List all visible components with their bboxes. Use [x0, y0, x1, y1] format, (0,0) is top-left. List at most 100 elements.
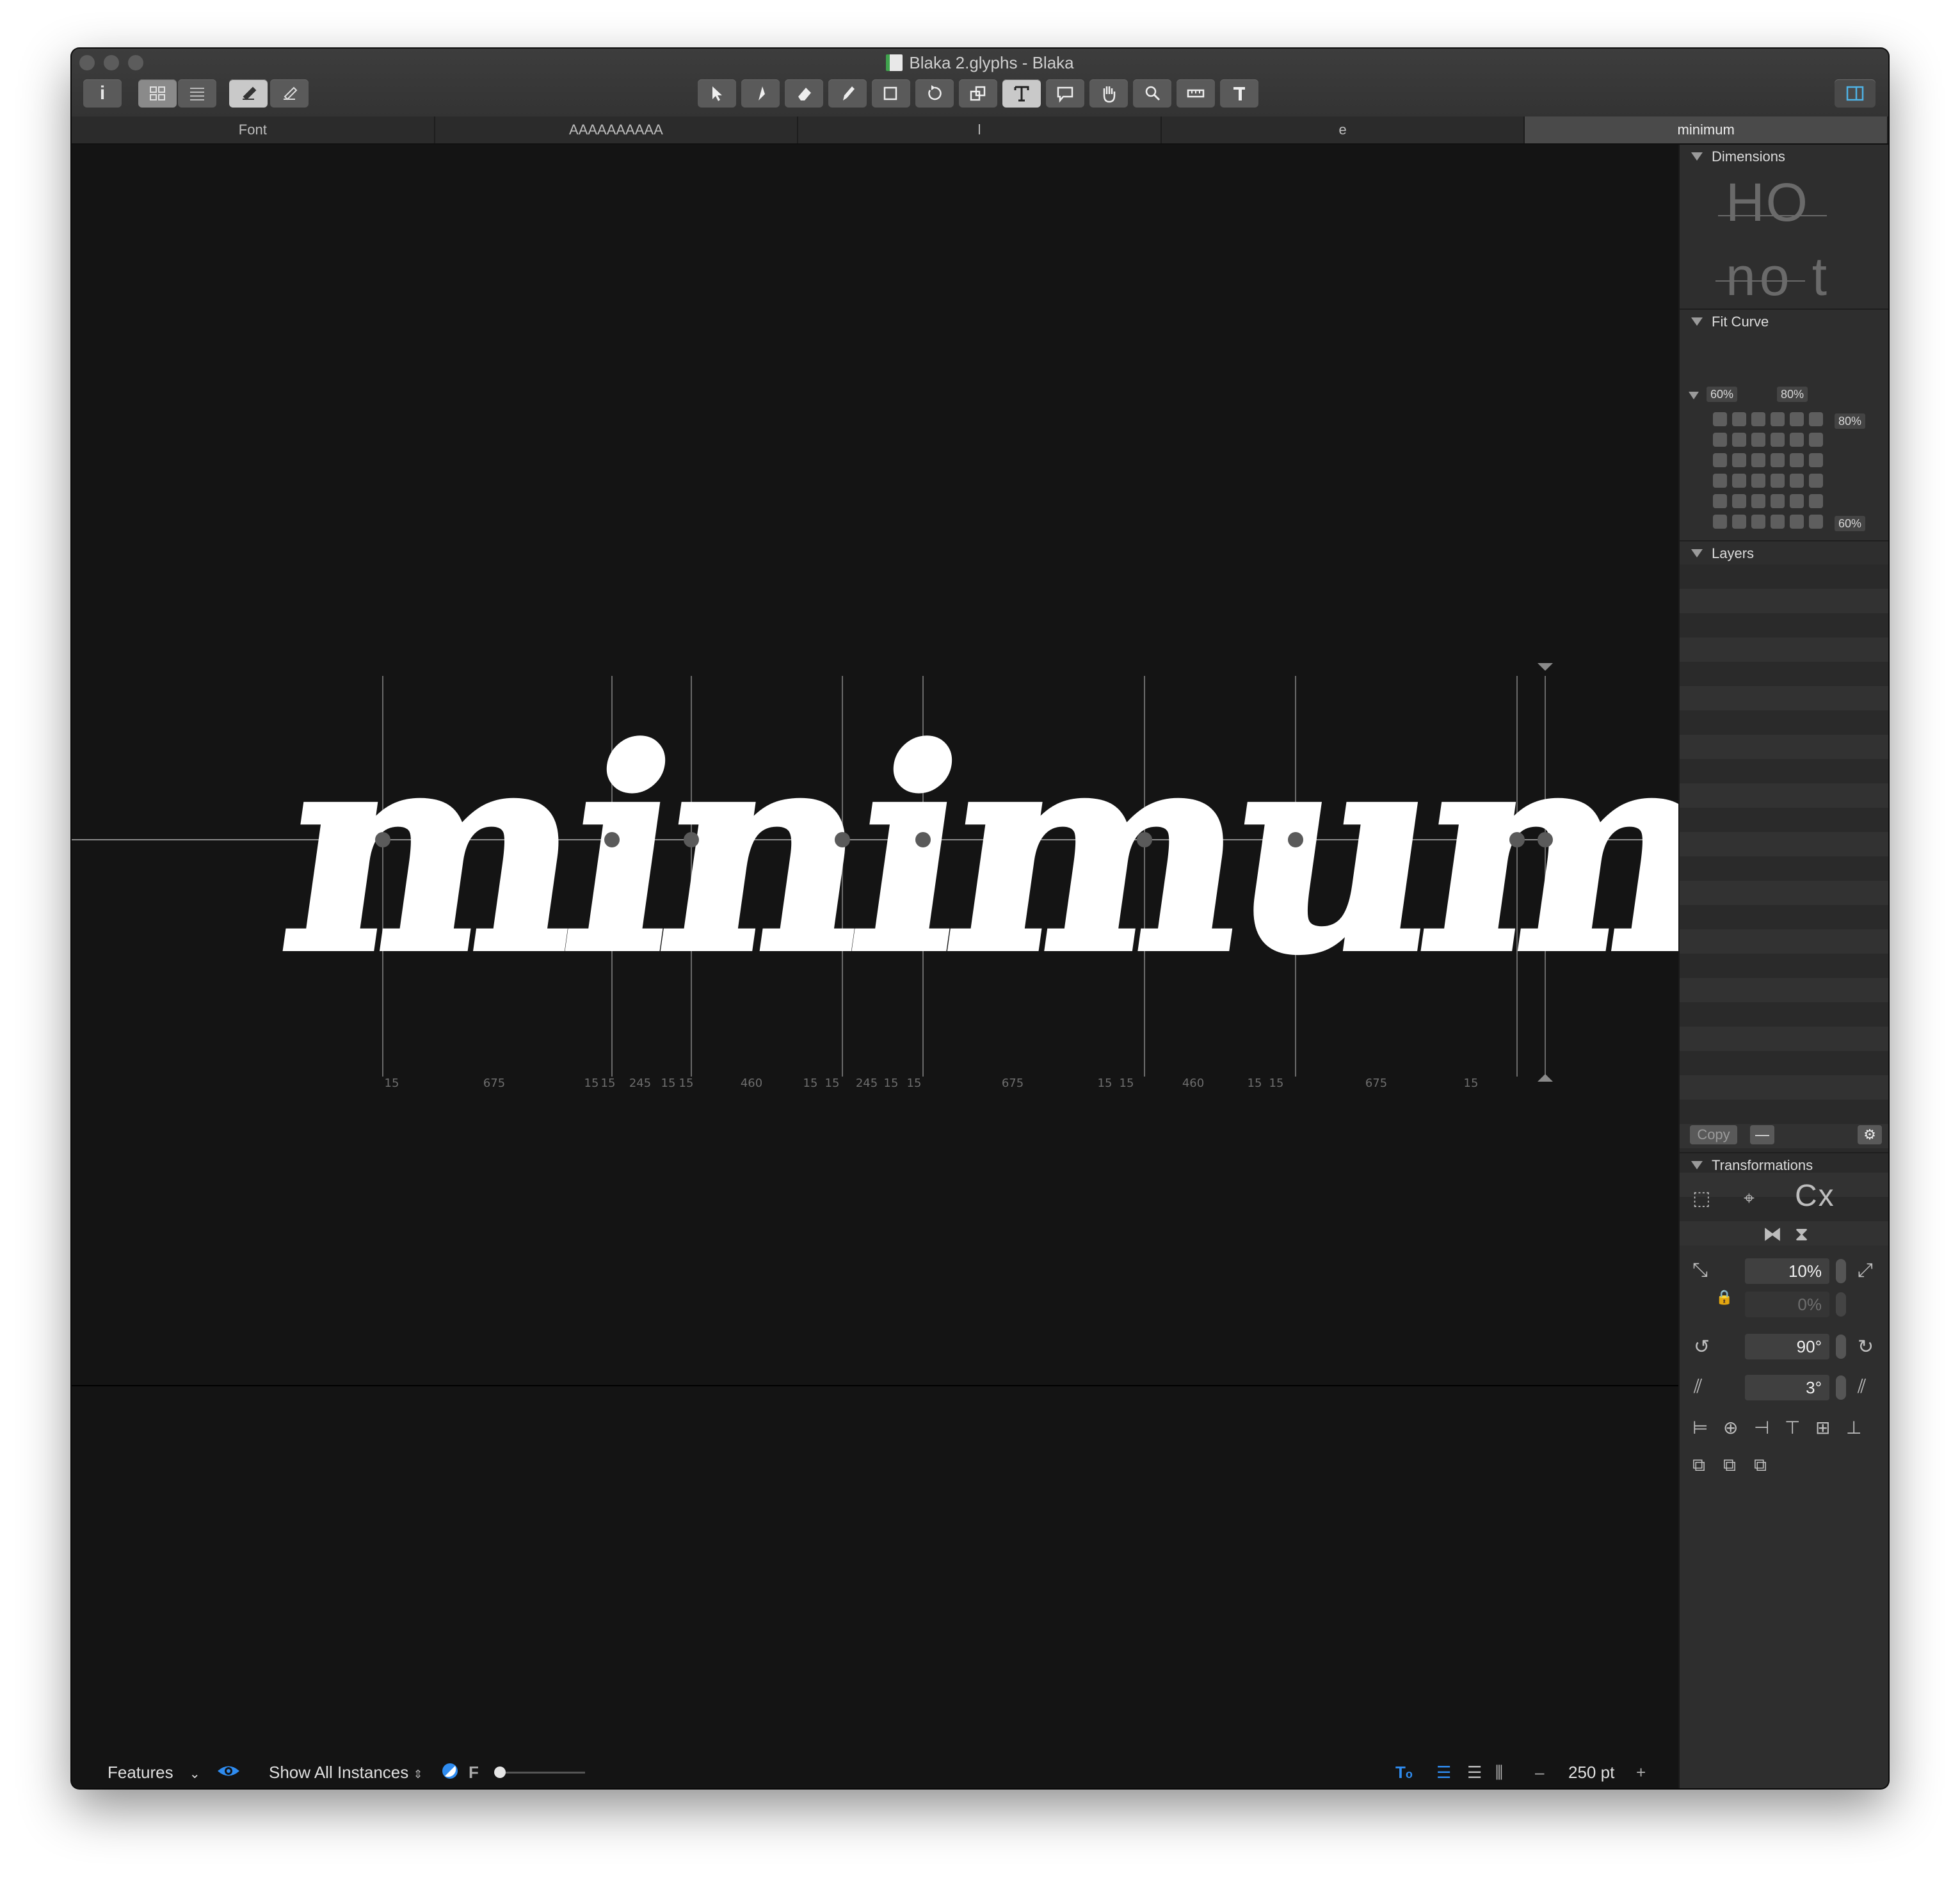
transform-box-icon[interactable]: ⬚ — [1692, 1188, 1710, 1210]
info-button[interactable]: i — [83, 79, 122, 108]
align-center-vertical-icon[interactable]: ⊞ — [1815, 1417, 1830, 1439]
scale-vertical-stepper[interactable] — [1836, 1292, 1846, 1317]
tab-l[interactable]: l — [798, 116, 1162, 143]
align-right-icon[interactable]: ☰ — [1467, 1761, 1482, 1783]
fit-curve-top-right[interactable]: 80% — [1777, 387, 1808, 402]
toggle-sidebar-button[interactable] — [1835, 79, 1876, 108]
slider-knob[interactable] — [494, 1767, 506, 1778]
features-popup[interactable]: Features ⌄ — [108, 1761, 200, 1785]
color-mode-icon[interactable] — [440, 1761, 460, 1786]
fit-curve-cell[interactable] — [1751, 474, 1765, 488]
fit-curve-cell[interactable] — [1713, 515, 1727, 529]
slant-right-icon[interactable]: ⫽ — [1858, 1376, 1866, 1398]
transformations-header[interactable]: Transformations — [1680, 1155, 1888, 1176]
rotate-ccw-icon[interactable]: ↺ — [1694, 1336, 1710, 1358]
fit-curve-cell[interactable] — [1809, 515, 1823, 529]
preview-divider[interactable] — [72, 1385, 1678, 1386]
glyph-text-minimum[interactable]: minimum — [264, 686, 1678, 1016]
align-left-edge-icon[interactable]: ⊨ — [1692, 1417, 1708, 1439]
fit-curve-cell[interactable] — [1732, 474, 1746, 488]
union-icon[interactable]: ⧉ — [1692, 1454, 1705, 1476]
fit-curve-cell[interactable] — [1732, 433, 1746, 447]
rotate-stepper[interactable] — [1836, 1334, 1846, 1359]
lock-icon[interactable]: 🔒 — [1715, 1286, 1733, 1308]
fit-curve-right-top[interactable]: 80% — [1835, 413, 1866, 429]
fit-curve-cell[interactable] — [1809, 412, 1823, 426]
tab-font[interactable]: Font — [72, 116, 435, 143]
transform-symbol-button[interactable]: Cx — [1795, 1181, 1835, 1212]
fit-curve-cell[interactable] — [1713, 453, 1727, 467]
fit-curve-cell[interactable] — [1790, 453, 1804, 467]
fit-curve-cell[interactable] — [1732, 412, 1746, 426]
fit-curve-cell[interactable] — [1771, 494, 1785, 508]
fit-curve-cell[interactable] — [1809, 433, 1823, 447]
type-tool-button[interactable] — [1220, 79, 1258, 108]
annotation-tool-button[interactable] — [1046, 79, 1084, 108]
f-toggle[interactable]: F — [469, 1761, 479, 1783]
align-center-horizontal-icon[interactable]: ⊕ — [1723, 1417, 1738, 1439]
fit-curve-cell[interactable] — [1732, 453, 1746, 467]
fit-curve-right-bottom[interactable]: 60% — [1835, 516, 1866, 531]
subtract-icon[interactable]: ⧉ — [1723, 1454, 1736, 1476]
align-right-edge-icon[interactable]: ⊣ — [1754, 1417, 1769, 1439]
fit-curve-cell[interactable] — [1771, 433, 1785, 447]
scale-tool-button[interactable] — [959, 79, 997, 108]
fit-curve-cell[interactable] — [1751, 453, 1765, 467]
fit-curve-cell[interactable] — [1713, 433, 1727, 447]
text-tool-button[interactable] — [1002, 79, 1041, 108]
layers-header[interactable]: Layers — [1680, 543, 1888, 565]
zoom-in-button[interactable]: + — [1636, 1761, 1646, 1783]
preview-button[interactable] — [270, 79, 309, 108]
mirror-horizontal-icon[interactable]: ⧓ — [1763, 1224, 1782, 1246]
fit-curve-cell[interactable] — [1751, 433, 1765, 447]
fit-curve-header[interactable]: Fit Curve — [1680, 311, 1888, 333]
align-left-icon[interactable]: ☰ — [1436, 1761, 1451, 1783]
zoom-out-button[interactable]: – — [1535, 1761, 1544, 1783]
fit-curve-cell[interactable] — [1809, 474, 1823, 488]
zoom-tool-button[interactable] — [1133, 79, 1171, 108]
rotate-cw-icon[interactable]: ↻ — [1858, 1336, 1874, 1358]
fit-curve-grid[interactable] — [1713, 412, 1823, 529]
dimensions-header[interactable]: Dimensions — [1680, 146, 1888, 168]
align-top-edge-icon[interactable]: ⊤ — [1785, 1417, 1800, 1439]
scale-field[interactable]: 10% — [1745, 1258, 1829, 1284]
fit-curve-cell[interactable] — [1771, 474, 1785, 488]
hand-tool-button[interactable] — [1089, 79, 1128, 108]
fit-curve-cell[interactable] — [1771, 515, 1785, 529]
fit-curve-cell[interactable] — [1790, 433, 1804, 447]
fit-curve-cell[interactable] — [1751, 412, 1765, 426]
slant-left-icon[interactable]: ⫽ — [1694, 1376, 1702, 1398]
fit-curve-cell[interactable] — [1771, 412, 1785, 426]
edit-canvas[interactable]: minimum 15 675 15 15 245 15 15 460 15 15 245 15 15 67… — [72, 145, 1678, 1756]
select-tool-button[interactable] — [698, 79, 736, 108]
grid-view-button[interactable] — [138, 79, 177, 108]
slant-field[interactable]: 3° — [1745, 1375, 1829, 1400]
tab-e[interactable]: e — [1162, 116, 1525, 143]
fit-curve-cell[interactable] — [1790, 515, 1804, 529]
eraser-tool-button[interactable] — [785, 79, 823, 108]
mirror-vertical-icon[interactable]: ⧗ — [1795, 1224, 1808, 1246]
scale-field-vertical[interactable]: 0% — [1745, 1292, 1829, 1317]
vertical-text-icon[interactable]: ⫼ — [1495, 1761, 1503, 1783]
slant-stepper[interactable] — [1836, 1375, 1846, 1400]
fit-curve-cell[interactable] — [1751, 515, 1765, 529]
instances-popup[interactable]: Show All Instances ⇕ — [269, 1761, 423, 1785]
fit-curve-cell[interactable] — [1790, 412, 1804, 426]
intersect-icon[interactable]: ⧉ — [1754, 1454, 1767, 1476]
rectangle-tool-button[interactable] — [872, 79, 910, 108]
transform-origin-icon[interactable]: ⌖ — [1744, 1188, 1755, 1210]
remove-layer-button[interactable]: — — [1750, 1125, 1774, 1144]
fit-curve-cell[interactable] — [1713, 412, 1727, 426]
gear-icon[interactable]: ⚙ — [1858, 1125, 1882, 1144]
fit-curve-cell[interactable] — [1732, 494, 1746, 508]
fit-curve-cell[interactable] — [1790, 474, 1804, 488]
tab-aaaaaaaaaa[interactable]: AAAAAAAAAA — [435, 116, 799, 143]
zoom-level[interactable]: 250 pt — [1568, 1761, 1614, 1783]
list-view-button[interactable] — [178, 79, 216, 108]
fit-curve-cell[interactable] — [1732, 515, 1746, 529]
scale-up-icon[interactable]: ⤢ — [1858, 1260, 1873, 1281]
draw-tool-button[interactable] — [741, 79, 780, 108]
edit-view-button[interactable] — [229, 79, 268, 108]
copy-layer-button[interactable]: Copy — [1690, 1125, 1737, 1144]
fit-curve-cell[interactable] — [1790, 494, 1804, 508]
